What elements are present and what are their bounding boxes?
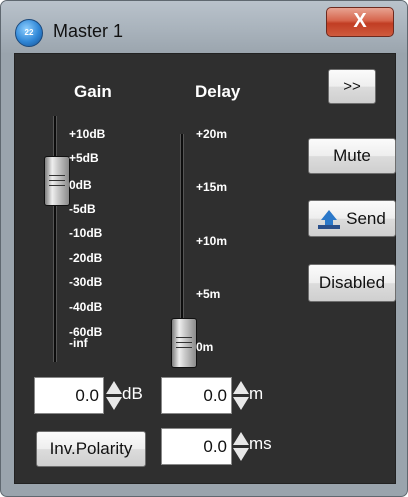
delay-thumb-grip xyxy=(176,347,192,348)
window-title: Master 1 xyxy=(53,21,124,41)
delay-tick-label: 0m xyxy=(196,340,214,354)
gain-tick-label: +5dB xyxy=(69,151,99,165)
gain-thumb-grip xyxy=(49,175,65,176)
title-bar[interactable]: 22 Master 1 X xyxy=(1,1,407,53)
gain-spin-up-icon[interactable] xyxy=(106,381,122,394)
gain-tick-label: -20dB xyxy=(69,251,103,265)
delay-unit-label: m xyxy=(249,384,264,403)
send-icon xyxy=(318,209,341,230)
delay-spin-up-icon[interactable] xyxy=(233,381,249,394)
close-button[interactable]: X xyxy=(326,7,394,37)
delay-ms-spin-down-icon[interactable] xyxy=(233,448,249,461)
send-button-label: Send xyxy=(346,209,386,228)
gain-slider-thumb[interactable] xyxy=(44,156,70,206)
inv-polarity-button[interactable]: Inv.Polarity xyxy=(36,431,146,467)
gain-value-field[interactable]: 0.0 xyxy=(34,377,104,414)
delay-spin-down-icon[interactable] xyxy=(233,397,249,410)
channel-panel: Gain +10dB +5dB 0dB -5dB -10dB -20dB -30… xyxy=(14,53,396,484)
delay-thumb-grip xyxy=(176,342,192,343)
gain-tick-label: -inf xyxy=(69,336,88,350)
gain-thumb-grip xyxy=(49,185,65,186)
gain-tick-label: -40dB xyxy=(69,300,103,314)
delay-tick-label: +5m xyxy=(196,287,221,301)
delay-tick-label: +15m xyxy=(196,180,228,194)
delay-slider-thumb[interactable] xyxy=(171,318,197,368)
gain-tick-label: 0dB xyxy=(69,178,92,192)
delay-ms-spin-up-icon[interactable] xyxy=(233,432,249,445)
mute-button[interactable]: Mute xyxy=(308,138,396,174)
gain-tick-label: -30dB xyxy=(69,275,103,289)
gain-spinner[interactable] xyxy=(106,381,122,411)
send-button[interactable]: Send xyxy=(308,200,396,237)
disabled-button[interactable]: Disabled xyxy=(308,264,396,302)
delay-tick-label: +20m xyxy=(196,127,228,141)
app-icon-label: 22 xyxy=(24,28,34,37)
master-window: 22 Master 1 X Gain +10dB +5dB 0dB -5dB -… xyxy=(0,0,408,497)
expand-button[interactable]: >> xyxy=(328,69,376,104)
gain-tick-label: -10dB xyxy=(69,226,103,240)
delay-ms-field[interactable]: 0.0 xyxy=(161,428,232,465)
gain-header: Gain xyxy=(74,82,112,101)
delay-spinner[interactable] xyxy=(233,381,249,411)
gain-tick-label: +10dB xyxy=(69,127,106,141)
delay-value-field[interactable]: 0.0 xyxy=(161,377,232,414)
gain-slider-track[interactable] xyxy=(53,116,57,362)
delay-header: Delay xyxy=(195,82,241,101)
delay-tick-label: +10m xyxy=(196,234,228,248)
gain-thumb-grip xyxy=(49,180,65,181)
app-icon: 22 xyxy=(15,19,43,47)
delay-ms-spinner[interactable] xyxy=(233,432,249,462)
delay-ms-unit-label: ms xyxy=(249,434,272,453)
gain-tick-label: -5dB xyxy=(69,202,96,216)
gain-spin-down-icon[interactable] xyxy=(106,397,122,410)
delay-thumb-grip xyxy=(176,337,192,338)
gain-unit-label: dB xyxy=(122,384,143,403)
